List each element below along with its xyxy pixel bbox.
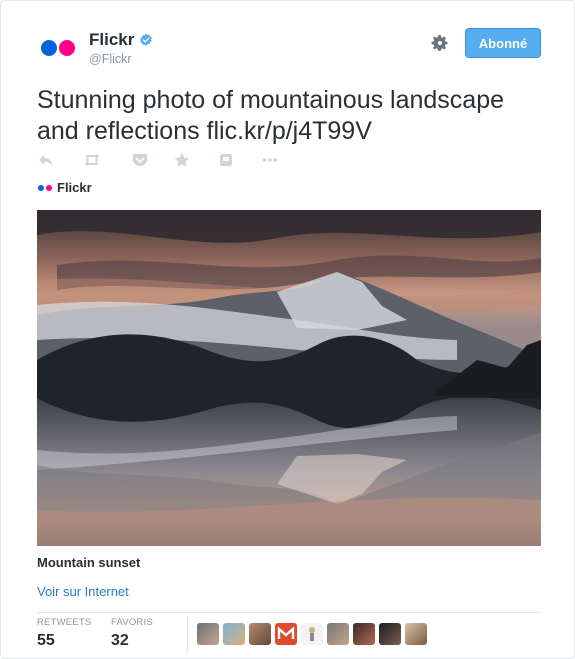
user-avatar[interactable] [327, 623, 349, 645]
favorites-label: FAVORIS [111, 617, 153, 628]
more-icon[interactable] [261, 151, 279, 169]
follow-button[interactable]: Abonné [465, 28, 541, 58]
landscape-photo[interactable] [37, 210, 541, 546]
user-avatar[interactable] [223, 623, 245, 645]
favorites-stat[interactable]: FAVORIS 32 [111, 617, 153, 650]
retweets-label: RETWEETS [37, 617, 92, 628]
favoriters-avatars [197, 623, 427, 645]
view-on-web-link[interactable]: Voir sur Internet [37, 584, 129, 599]
retweet-icon[interactable] [83, 151, 101, 169]
favorite-icon[interactable] [173, 151, 191, 169]
user-avatar[interactable] [197, 623, 219, 645]
blue-dot [41, 40, 57, 56]
tweet-card: Flickr @Flickr Abonné Stunning photo of … [0, 0, 575, 659]
reply-icon[interactable] [37, 151, 55, 169]
user-avatar[interactable] [249, 623, 271, 645]
user-avatar[interactable] [379, 623, 401, 645]
account-name[interactable]: Flickr [89, 30, 134, 50]
pink-dot [59, 40, 75, 56]
pocket-icon[interactable] [131, 151, 149, 169]
retweets-stat[interactable]: RETWEETS 55 [37, 617, 91, 650]
card-icon[interactable] [217, 151, 235, 169]
user-avatar[interactable] [353, 623, 375, 645]
retweets-count: 55 [37, 632, 55, 649]
stats-divider [37, 612, 541, 613]
user-avatar[interactable] [275, 623, 297, 645]
account-handle[interactable]: @Flickr [89, 52, 132, 66]
gear-icon[interactable] [430, 33, 450, 53]
tweet-text: Stunning photo of mountainous landscape … [37, 86, 505, 145]
card-source[interactable]: Flickr [38, 180, 92, 195]
flickr-avatar[interactable] [39, 37, 79, 59]
source-blue-dot [38, 184, 44, 191]
user-avatar[interactable] [301, 623, 323, 645]
source-name: Flickr [57, 180, 92, 195]
photo-title: Mountain sunset [37, 555, 141, 570]
source-pink-dot [46, 184, 52, 191]
stats-vertical-divider [187, 617, 188, 653]
account-name-row[interactable]: Flickr [89, 30, 153, 50]
verified-badge-icon [140, 33, 153, 46]
user-avatar[interactable] [405, 623, 427, 645]
favorites-count: 32 [111, 632, 129, 649]
